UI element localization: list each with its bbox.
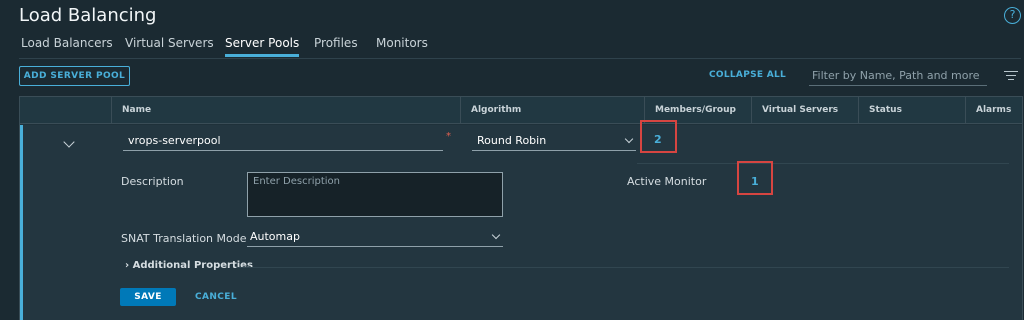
- help-icon[interactable]: ?: [1004, 7, 1021, 24]
- pool-name-input[interactable]: [123, 131, 443, 151]
- tab-monitors[interactable]: Monitors: [376, 36, 428, 50]
- grid-header: Name Algorithm Members/Group Virtual Ser…: [20, 97, 1022, 124]
- row-divider: [637, 163, 1009, 164]
- column-header-name[interactable]: Name: [111, 97, 151, 124]
- additional-properties-label: Additional Properties: [132, 260, 253, 271]
- column-header-virtual-servers[interactable]: Virtual Servers: [751, 97, 838, 124]
- algorithm-select[interactable]: Round Robin: [472, 131, 636, 151]
- required-indicator: *: [446, 131, 451, 142]
- tab-load-balancers[interactable]: Load Balancers: [21, 36, 113, 50]
- members-highlight-box: [640, 120, 677, 153]
- save-button[interactable]: SAVE: [120, 288, 176, 306]
- active-monitor-label: Active Monitor: [627, 175, 707, 188]
- additional-properties-toggle[interactable]: › Additional Properties: [125, 260, 253, 271]
- snat-mode-label: SNAT Translation Mode: [121, 232, 247, 245]
- algorithm-value: Round Robin: [477, 134, 547, 147]
- tab-virtual-servers[interactable]: Virtual Servers: [125, 36, 214, 50]
- chevron-down-icon: [491, 230, 501, 240]
- snat-mode-select[interactable]: Automap: [247, 227, 503, 247]
- snat-mode-value: Automap: [250, 230, 300, 243]
- tab-server-pools[interactable]: Server Pools: [225, 36, 300, 57]
- description-label: Description: [121, 175, 184, 188]
- cancel-button[interactable]: CANCEL: [195, 288, 237, 306]
- additional-properties-divider: [237, 267, 1009, 268]
- tab-profiles[interactable]: Profiles: [314, 36, 358, 50]
- filter-input[interactable]: [809, 66, 987, 86]
- page-title: Load Balancing: [19, 5, 157, 26]
- expanded-pool-row: * Round Robin 2 Description Active Monit…: [20, 120, 1022, 320]
- server-pools-grid: Name Algorithm Members/Group Virtual Ser…: [19, 96, 1023, 320]
- tabs-divider: [19, 58, 1021, 59]
- description-textarea[interactable]: [247, 172, 503, 217]
- collapse-all-link[interactable]: COLLAPSE ALL: [709, 70, 786, 80]
- filter-icon[interactable]: [1004, 71, 1018, 81]
- column-header-status[interactable]: Status: [858, 97, 902, 124]
- monitor-highlight-box: [737, 161, 773, 195]
- chevron-down-icon[interactable]: [63, 136, 75, 148]
- column-header-alarms[interactable]: Alarms: [965, 97, 1011, 124]
- add-server-pool-button[interactable]: ADD SERVER POOL: [19, 66, 130, 86]
- column-header-algorithm[interactable]: Algorithm: [460, 97, 521, 124]
- chevron-right-icon: ›: [125, 260, 130, 271]
- chevron-down-icon: [624, 134, 634, 144]
